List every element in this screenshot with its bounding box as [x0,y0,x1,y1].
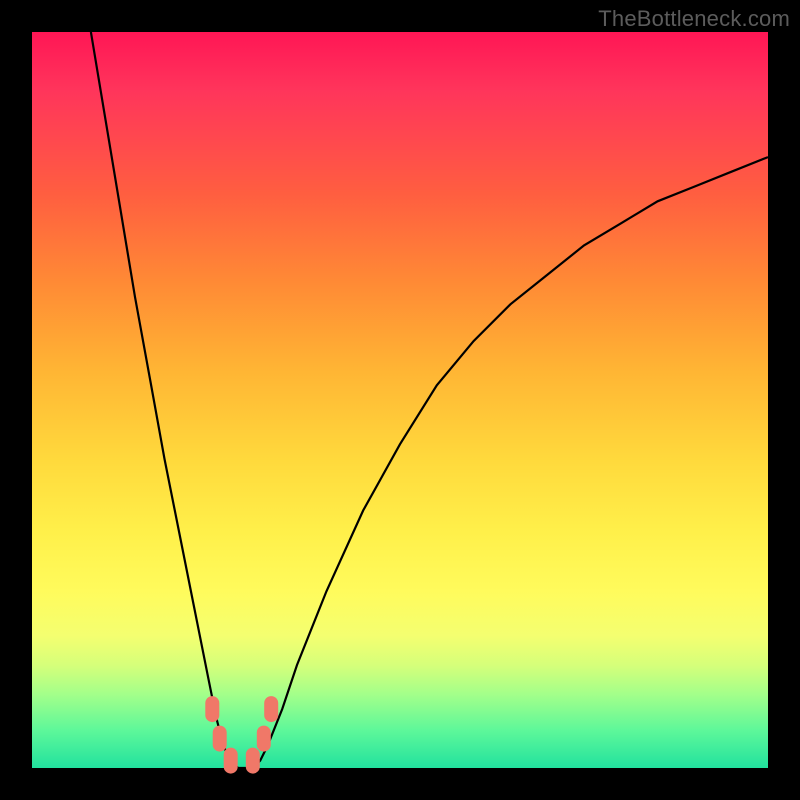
marker-2 [224,748,238,774]
watermark-text: TheBottleneck.com [598,6,790,32]
marker-0 [205,696,219,722]
marker-4 [257,726,271,752]
marker-group [205,696,278,774]
chart-plot-area [32,32,768,768]
marker-5 [264,696,278,722]
bottleneck-curve [91,32,768,768]
chart-frame: TheBottleneck.com [0,0,800,800]
chart-svg [32,32,768,768]
marker-3 [246,748,260,774]
marker-1 [213,726,227,752]
